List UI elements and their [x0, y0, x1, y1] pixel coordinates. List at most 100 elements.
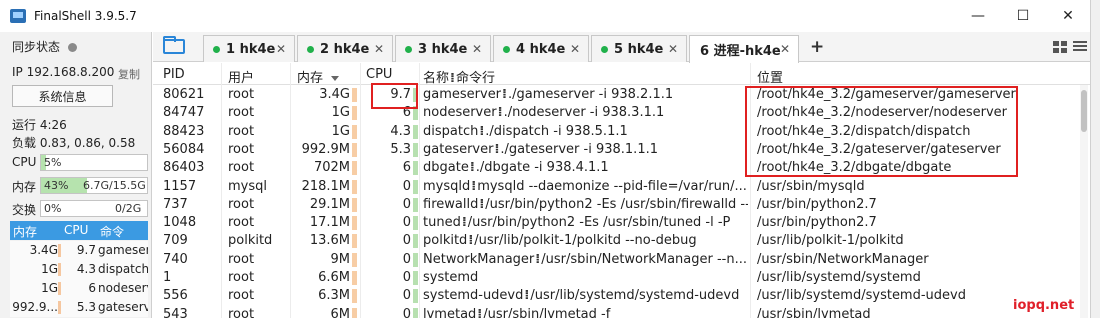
- mem-cell: 6.3M: [318, 288, 350, 304]
- cpu-cell: 0: [402, 251, 411, 267]
- cpu-cell: 0: [402, 288, 411, 304]
- name-cmd-cell: firewalld⁞/usr/bin/python2 -Es /usr/sbin…: [423, 197, 748, 212]
- mem-usage-bar: [352, 252, 357, 267]
- table-row[interactable]: 556 root 6.3M 0 systemd-udevd⁞/usr/lib/syste…: [153, 287, 1078, 305]
- top-process-cpu: 4.3: [76, 262, 96, 276]
- tab-2[interactable]: 2 hk4e ✕: [297, 35, 393, 62]
- tab-close-icon[interactable]: ✕: [472, 42, 482, 56]
- tab-6[interactable]: 6 进程-hk4e ✕: [689, 35, 799, 63]
- scrollbar-thumb[interactable]: [1081, 90, 1087, 132]
- col-location[interactable]: 位置: [757, 67, 783, 86]
- top-process-row[interactable]: 1G 4.3 dispatch: [10, 260, 148, 279]
- window-title: FinalShell 3.9.5.7: [34, 9, 137, 23]
- mem-usage-bar: [352, 197, 357, 212]
- top-process-cpu: 5.3: [76, 300, 96, 314]
- table-row[interactable]: 737 root 29.1M 0 firewalld⁞/usr/bin/python2 …: [153, 196, 1078, 214]
- user-cell: root: [228, 270, 255, 285]
- top-process-cmd: dispatch: [98, 262, 148, 276]
- tab-close-icon[interactable]: ✕: [374, 42, 384, 56]
- tab-close-icon[interactable]: ✕: [276, 42, 286, 56]
- tab-close-icon[interactable]: ✕: [668, 42, 678, 56]
- top-process-mem: 3.4G: [29, 243, 58, 257]
- cpu-usage-bar: [413, 197, 418, 212]
- name-cmd-separator: ⁞: [477, 306, 483, 318]
- top-process-cmd: nodeserver: [98, 281, 148, 295]
- top-process-mem: 992.9...: [12, 300, 58, 314]
- top-process-row[interactable]: 992.9... 5.3gateserver: [10, 298, 148, 317]
- add-tab-button[interactable]: +: [810, 37, 824, 57]
- cpu-highlight-box: [371, 83, 418, 109]
- user-cell: root: [228, 288, 255, 304]
- process-name: NetworkManager: [423, 251, 535, 267]
- maximize-button[interactable]: ☐: [1000, 0, 1046, 32]
- cpu-usage-bar: [413, 271, 418, 285]
- col-pid[interactable]: PID: [163, 67, 185, 82]
- top-process-mem-header[interactable]: 内存: [13, 223, 37, 240]
- mem-usage-bar: [352, 124, 357, 139]
- process-table-scrollbar[interactable]: [1080, 85, 1088, 318]
- mem-usage-bar: [352, 289, 357, 304]
- process-cmdline: /usr/lib/polkit-1/polkitd --no-debug: [474, 233, 697, 249]
- name-cmd-cell: mysqld⁞mysqld --daemonize --pid-file=/va…: [423, 179, 748, 194]
- location-cell: /usr/bin/python2.7: [757, 215, 877, 231]
- cpu-meter-value: 5%: [44, 156, 62, 169]
- pid-cell: 740: [163, 251, 188, 267]
- col-mem[interactable]: 内存: [297, 67, 340, 86]
- tab-4[interactable]: 4 hk4e ✕: [493, 35, 589, 62]
- name-cmd-cell: polkitd⁞/usr/lib/polkit-1/polkitd --no-d…: [423, 233, 748, 248]
- grid-view-icon[interactable]: [1053, 41, 1067, 53]
- process-name: systemd-udevd: [423, 288, 524, 304]
- cpu-usage-bar: [413, 161, 418, 176]
- sync-status[interactable]: 同步状态: [12, 38, 78, 55]
- col-name-cmd[interactable]: 名称⁞命令行: [423, 67, 495, 86]
- table-row[interactable]: 740 root 9M 0 NetworkManager⁞/usr/sbin/Netwo…: [153, 251, 1078, 269]
- cpu-usage-bar: [413, 307, 418, 318]
- process-name: systemd: [423, 270, 479, 285]
- top-process-cmd-header[interactable]: 命令: [100, 223, 124, 240]
- ip-address: IP 192.168.8.200: [12, 65, 115, 79]
- list-view-icon[interactable]: [1073, 41, 1087, 53]
- table-row[interactable]: 1 root 6.6M 0 systemd/usr/lib/systemd/system…: [153, 269, 1078, 287]
- top-process-cpu-header[interactable]: CPU: [64, 223, 88, 237]
- col-cpu[interactable]: CPU: [366, 67, 392, 82]
- top-process-row[interactable]: 1G 6nodeserver: [10, 279, 148, 298]
- minimize-button[interactable]: —: [955, 0, 1001, 32]
- sort-desc-icon: [331, 76, 340, 81]
- top-process-row[interactable]: 3.4G 9.7gameserver: [10, 241, 148, 260]
- sidebar: 同步状态 IP 192.168.8.200 复制 系统信息 运行 4:26 负载…: [0, 32, 152, 318]
- system-info-button[interactable]: 系统信息: [12, 85, 113, 107]
- process-name: nodeserver: [423, 105, 497, 121]
- user-cell: root: [228, 123, 255, 139]
- window-edge-strip: [1090, 0, 1100, 318]
- close-button[interactable]: ✕: [1045, 0, 1091, 32]
- cpu-cell: 0: [402, 270, 411, 285]
- process-name: firewalld: [423, 196, 479, 212]
- cpu-cell: 0: [402, 233, 411, 249]
- tab-3[interactable]: 3 hk4e ✕: [395, 35, 491, 62]
- name-cmd-cell: systemd-udevd⁞/usr/lib/systemd/systemd-u…: [423, 288, 748, 303]
- table-row[interactable]: 543 root 6M 0 lvmetad⁞/usr/sbin/lvmetad -f/u…: [153, 306, 1078, 318]
- process-cmdline: /usr/sbin/lvmetad -f: [483, 306, 611, 318]
- table-row[interactable]: 709 polkitd 13.6M 0 polkitd⁞/usr/lib/polkit-…: [153, 232, 1078, 250]
- tab-1[interactable]: 1 hk4e ✕: [203, 35, 295, 62]
- top-process-mem-bar: [58, 282, 61, 295]
- col-user[interactable]: 用户: [228, 67, 254, 86]
- name-cmd-cell: lvmetad⁞/usr/sbin/lvmetad -f: [423, 307, 748, 318]
- table-row[interactable]: 1048 root 17.1M 0 tuned⁞/usr/bin/python2 -Es…: [153, 214, 1078, 232]
- name-cmd-separator: ⁞: [479, 123, 485, 139]
- process-name: gameserver: [423, 87, 502, 102]
- tab-close-icon[interactable]: ✕: [570, 42, 580, 56]
- swap-meter-percent: 0%: [44, 202, 62, 215]
- cpu-cell: 0: [402, 178, 411, 194]
- tab-5[interactable]: 5 hk4e ✕: [591, 35, 687, 62]
- table-row[interactable]: 1157 mysql 218.1M 0 mysqld⁞mysqld --daemoniz…: [153, 178, 1078, 196]
- mem-meter-detail: 6.7G/15.5G: [83, 179, 146, 192]
- tab-close-icon[interactable]: ✕: [780, 42, 790, 56]
- process-table-header: PID 用户 内存 CPU 名称⁞命令行 位置: [153, 63, 1090, 86]
- mem-usage-bar: [352, 216, 357, 231]
- mem-cell: 702M: [313, 160, 350, 176]
- copy-ip-link[interactable]: 复制: [118, 66, 140, 82]
- name-cmd-cell: dispatch⁞./dispatch -i 938.5.1.1: [423, 124, 748, 139]
- folder-icon[interactable]: [163, 36, 185, 54]
- cpu-usage-bar: [413, 252, 418, 267]
